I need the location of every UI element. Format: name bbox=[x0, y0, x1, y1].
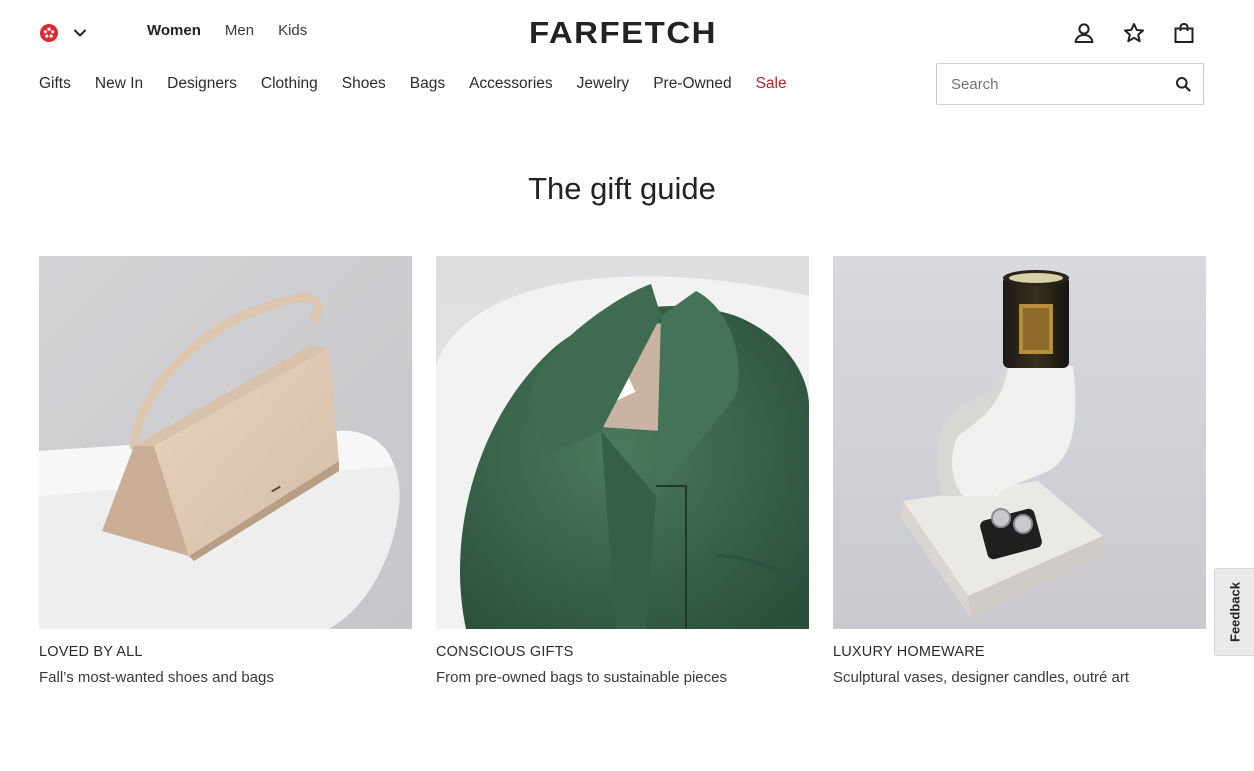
nav-item-pre-owned[interactable]: Pre-Owned bbox=[653, 75, 731, 93]
search-input[interactable] bbox=[949, 74, 1175, 94]
card-conscious-gifts[interactable]: CONSCIOUS GIFTS From pre-owned bags to s… bbox=[436, 256, 809, 687]
tab-men[interactable]: Men bbox=[225, 22, 254, 39]
account-icon[interactable] bbox=[1072, 21, 1096, 45]
beige-handbag-image[interactable] bbox=[39, 256, 412, 629]
search-box bbox=[936, 63, 1204, 105]
nav-item-gifts[interactable]: Gifts bbox=[39, 75, 71, 93]
sculptural-vase-image[interactable] bbox=[833, 256, 1206, 629]
nav-item-clothing[interactable]: Clothing bbox=[261, 75, 318, 93]
green-leather-shirt-image[interactable] bbox=[436, 256, 809, 629]
nav-item-jewelry[interactable]: Jewelry bbox=[577, 75, 630, 93]
region-selector[interactable] bbox=[39, 20, 95, 46]
feedback-tab[interactable]: Feedback bbox=[1214, 568, 1254, 656]
card-description: Sculptural vases, designer candles, outr… bbox=[833, 669, 1129, 686]
card-description: Fall’s most-wanted shoes and bags bbox=[39, 669, 274, 686]
category-nav: Gifts New In Designers Clothing Shoes Ba… bbox=[39, 75, 787, 93]
nav-item-bags[interactable]: Bags bbox=[410, 75, 445, 93]
wishlist-star-icon[interactable] bbox=[1122, 21, 1146, 45]
nav-item-sale[interactable]: Sale bbox=[756, 75, 787, 93]
gift-guide-cards: LOVED BY ALL Fall’s most-wanted shoes an… bbox=[39, 256, 1206, 687]
nav-item-accessories[interactable]: Accessories bbox=[469, 75, 553, 93]
feedback-label: Feedback bbox=[1227, 582, 1242, 642]
tab-women[interactable]: Women bbox=[147, 22, 201, 39]
card-category: CONSCIOUS GIFTS bbox=[436, 644, 574, 660]
top-header: Women Men Kids FARFETCH bbox=[0, 0, 1254, 64]
header-actions bbox=[1072, 21, 1196, 45]
nav-item-designers[interactable]: Designers bbox=[167, 75, 237, 93]
card-loved-by-all[interactable]: LOVED BY ALL Fall’s most-wanted shoes an… bbox=[39, 256, 412, 687]
card-description: From pre-owned bags to sustainable piece… bbox=[436, 669, 727, 686]
page-title: The gift guide bbox=[528, 171, 716, 206]
search-icon[interactable] bbox=[1175, 76, 1191, 92]
hong-kong-flag-icon bbox=[39, 23, 59, 43]
card-luxury-homeware[interactable]: LUXURY HOMEWARE Sculptural vases, design… bbox=[833, 256, 1206, 687]
tab-kids[interactable]: Kids bbox=[278, 22, 307, 39]
nav-item-new-in[interactable]: New In bbox=[95, 75, 143, 93]
nav-item-shoes[interactable]: Shoes bbox=[342, 75, 386, 93]
chevron-down-icon bbox=[73, 26, 87, 40]
card-category: LOVED BY ALL bbox=[39, 644, 143, 660]
card-category: LUXURY HOMEWARE bbox=[833, 644, 985, 660]
shopping-bag-icon[interactable] bbox=[1172, 21, 1196, 45]
farfetch-logo[interactable]: FARFETCH bbox=[521, 16, 725, 51]
gender-tabs: Women Men Kids bbox=[147, 22, 307, 39]
